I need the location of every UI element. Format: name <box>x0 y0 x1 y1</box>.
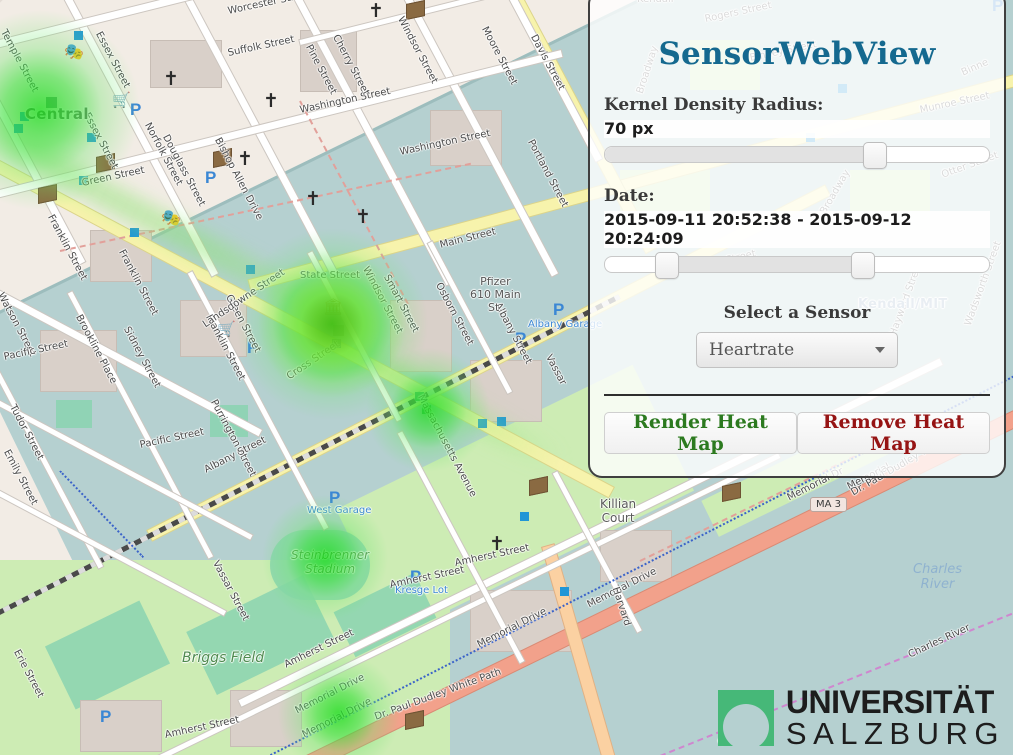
parking-icon: P <box>205 168 217 187</box>
place-of-worship-icon: ✝ <box>355 207 371 228</box>
sensor-marker[interactable] <box>87 133 96 142</box>
university-logo-mark-icon <box>717 689 774 746</box>
sensor-select[interactable]: Heartrate <box>696 332 898 369</box>
place-of-worship-icon: ✝ <box>489 534 505 555</box>
sensor-marker[interactable] <box>79 176 88 185</box>
remove-heat-map-button[interactable]: Remove Heat Map <box>797 411 990 455</box>
parking-icon: P <box>130 100 142 119</box>
university-logo: UNIVERSITÄT SALZBURG <box>717 686 1005 749</box>
sensor-select-value: Heartrate <box>709 340 795 361</box>
university-logo-text: UNIVERSITÄT SALZBURG <box>786 686 1005 749</box>
kernel-radius-slider-fill <box>605 147 874 163</box>
date-range-value: 2015-09-11 20:52:38 - 2015-09-12 20:24:0… <box>604 211 990 249</box>
sensor-select-group: Select a Sensor Heartrate <box>604 303 990 369</box>
page-title: SensorWebView <box>658 36 936 72</box>
date-label: Date: <box>604 186 655 207</box>
place-of-worship-icon: ✝ <box>237 149 253 170</box>
sensor-select-label: Select a Sensor <box>723 303 871 324</box>
sensor-marker[interactable] <box>246 265 255 274</box>
museum-icon: 🏛 <box>323 299 344 316</box>
sensor-marker[interactable] <box>478 419 487 428</box>
sensor-marker[interactable] <box>333 325 344 336</box>
app-root: P P P P P P P P P ✝ ✝ ✝ ✝ ✝ ✝ ✝ 🎭 🎭 🛒 🛒 … <box>0 0 1013 755</box>
university-logo-line1: UNIVERSITÄT <box>785 684 994 720</box>
sensor-marker[interactable] <box>520 512 529 521</box>
panel-button-row: Render Heat Map Remove Heat Map <box>604 411 990 455</box>
sensor-marker[interactable] <box>332 339 341 348</box>
place-of-worship-icon: ✝ <box>263 91 279 112</box>
date-range-slider-handle-start[interactable] <box>655 252 680 280</box>
map-building <box>180 300 247 357</box>
map-building <box>390 300 452 372</box>
sensor-marker[interactable] <box>415 392 424 401</box>
place-of-worship-icon: ✝ <box>305 189 321 210</box>
sensor-marker[interactable] <box>560 587 569 596</box>
kernel-radius-slider-handle[interactable] <box>862 142 887 170</box>
date-range-slider-fill <box>666 257 863 273</box>
date-range-slider[interactable] <box>604 252 990 280</box>
panel-divider <box>604 394 990 397</box>
map-sports-pitch <box>56 400 92 428</box>
parking-icon: P <box>553 300 565 319</box>
parking-icon: P <box>410 567 422 586</box>
chevron-down-icon <box>875 347 885 354</box>
kernel-radius-label: Kernel Density Radius: <box>604 95 824 115</box>
supermarket-icon: 🛒 <box>112 92 131 109</box>
parking-icon: P <box>100 707 112 726</box>
render-heat-map-button[interactable]: Render Heat Map <box>604 411 797 455</box>
parking-icon: P <box>515 329 527 348</box>
map-building <box>80 700 162 752</box>
sensor-marker[interactable] <box>74 31 83 40</box>
sensor-marker[interactable] <box>46 97 57 108</box>
supermarket-icon: 🛒 <box>217 321 236 338</box>
sensor-marker[interactable] <box>14 124 23 133</box>
place-of-worship-icon: ✝ <box>368 1 384 22</box>
university-logo-line2: SALZBURG <box>785 716 1005 751</box>
parking-icon: P <box>329 488 341 507</box>
sensor-marker[interactable] <box>20 112 29 121</box>
place-of-worship-icon: ✝ <box>163 69 179 90</box>
sensor-marker[interactable] <box>422 405 431 414</box>
sensor-marker[interactable] <box>497 417 506 426</box>
kernel-radius-value: 70 px <box>604 119 990 139</box>
control-panel: SensorWebView Kernel Density Radius: 70 … <box>588 0 1006 478</box>
parking-icon: P <box>247 338 259 357</box>
theatre-icon: 🎭 <box>64 44 84 61</box>
theatre-icon: 🎭 <box>161 210 181 227</box>
kernel-radius-slider[interactable] <box>604 142 990 170</box>
map-sports-pitch <box>270 530 370 600</box>
sensor-marker[interactable] <box>130 228 139 237</box>
date-range-slider-handle-end[interactable] <box>851 252 876 280</box>
